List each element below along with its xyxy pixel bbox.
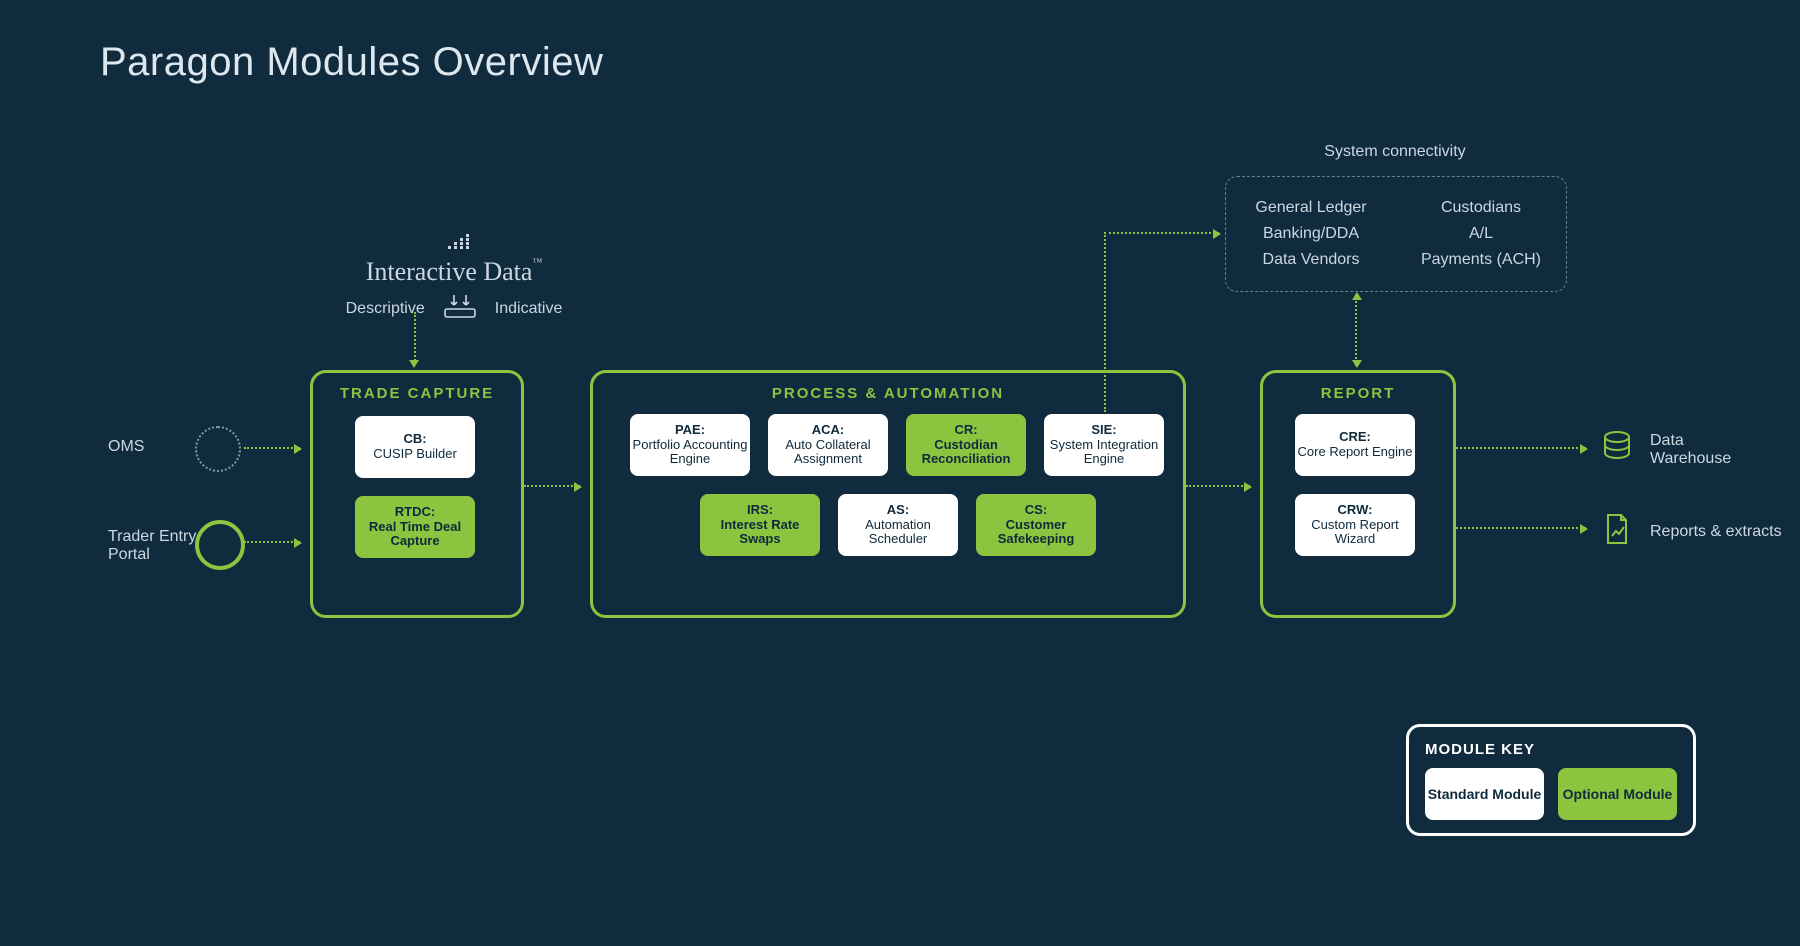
stage-proc-title: PROCESS & AUTOMATION bbox=[593, 385, 1183, 402]
interactive-data-descriptive: Descriptive bbox=[346, 300, 425, 318]
arrow-oms-to-trade bbox=[244, 447, 300, 449]
connectivity-item: General Ledger bbox=[1226, 199, 1396, 217]
connectivity-box: General Ledger Banking/DDA Data Vendors … bbox=[1225, 176, 1567, 292]
output-rep-label: Reports & extracts bbox=[1650, 523, 1782, 541]
module-key-title: MODULE KEY bbox=[1425, 741, 1677, 758]
module-cb: CB:CUSIP Builder bbox=[355, 416, 475, 478]
connectivity-item: Payments (ACH) bbox=[1396, 251, 1566, 269]
module-rtdc: RTDC:Real Time Deal Capture bbox=[355, 496, 475, 558]
arrow-report-to-reports bbox=[1456, 527, 1586, 529]
output-reports-extracts: Reports & extracts bbox=[1600, 512, 1782, 551]
connectivity-label: System connectivity bbox=[1225, 143, 1565, 161]
output-dw-label: Data Warehouse bbox=[1650, 432, 1740, 468]
output-data-warehouse: Data Warehouse bbox=[1600, 430, 1740, 469]
interactive-data-indicative: Indicative bbox=[495, 300, 563, 318]
module-aca: ACA:Auto Collateral Assignment bbox=[768, 414, 888, 476]
stage-trade-title: TRADE CAPTURE bbox=[313, 385, 521, 402]
module-as: AS:Automation Scheduler bbox=[838, 494, 958, 556]
interactive-data-block: Interactive Data™ Descriptive Indicative bbox=[324, 234, 584, 324]
arrow-trade-to-proc bbox=[524, 485, 580, 487]
arrow-tep-to-trade bbox=[244, 541, 300, 543]
module-sie: SIE:System Integration Engine bbox=[1044, 414, 1164, 476]
page-title: Paragon Modules Overview bbox=[100, 40, 603, 85]
module-pae: PAE:Portfolio Accounting Engine bbox=[630, 414, 750, 476]
arrow-sie-up-v bbox=[1104, 232, 1106, 412]
key-standard-module: Standard Module bbox=[1425, 768, 1544, 820]
module-key-box: MODULE KEY Standard Module Optional Modu… bbox=[1406, 724, 1696, 836]
download-arrows-icon bbox=[443, 293, 477, 324]
stage-trade-capture: TRADE CAPTURE bbox=[310, 370, 524, 618]
arrow-report-to-dw bbox=[1456, 447, 1586, 449]
arrow-connectivity-report bbox=[1355, 294, 1357, 366]
module-crw: CRW:Custom Report Wizard bbox=[1295, 494, 1415, 556]
database-icon bbox=[1600, 430, 1634, 469]
arrow-idata-down-head bbox=[409, 360, 419, 368]
module-cre: CRE:Core Report Engine bbox=[1295, 414, 1415, 476]
connectivity-item: Banking/DDA bbox=[1226, 225, 1396, 243]
module-irs: IRS:Interest Rate Swaps bbox=[700, 494, 820, 556]
stage-report-title: REPORT bbox=[1263, 385, 1453, 402]
connectivity-item: Data Vendors bbox=[1226, 251, 1396, 269]
arrow-sie-up-h bbox=[1104, 232, 1219, 234]
module-cs: CS:Customer Safekeeping bbox=[976, 494, 1096, 556]
input-oms-label: OMS bbox=[108, 438, 144, 456]
input-tep-label: Trader Entry Portal bbox=[108, 528, 208, 564]
connectivity-item: A/L bbox=[1396, 225, 1566, 243]
arrow-proc-to-report bbox=[1186, 485, 1250, 487]
connectivity-item: Custodians bbox=[1396, 199, 1566, 217]
tep-circle-icon bbox=[195, 520, 245, 570]
interactive-data-brand: Interactive Data™ bbox=[324, 257, 584, 287]
diagram-canvas: Paragon Modules Overview Interactive Dat… bbox=[0, 0, 1800, 946]
report-file-icon bbox=[1600, 512, 1634, 551]
module-cr: CR:Custodian Reconciliation bbox=[906, 414, 1026, 476]
key-optional-module: Optional Module bbox=[1558, 768, 1677, 820]
oms-circle-icon bbox=[195, 426, 241, 472]
interactive-data-dots-icon bbox=[442, 234, 472, 257]
arrow-idata-down bbox=[414, 312, 416, 364]
